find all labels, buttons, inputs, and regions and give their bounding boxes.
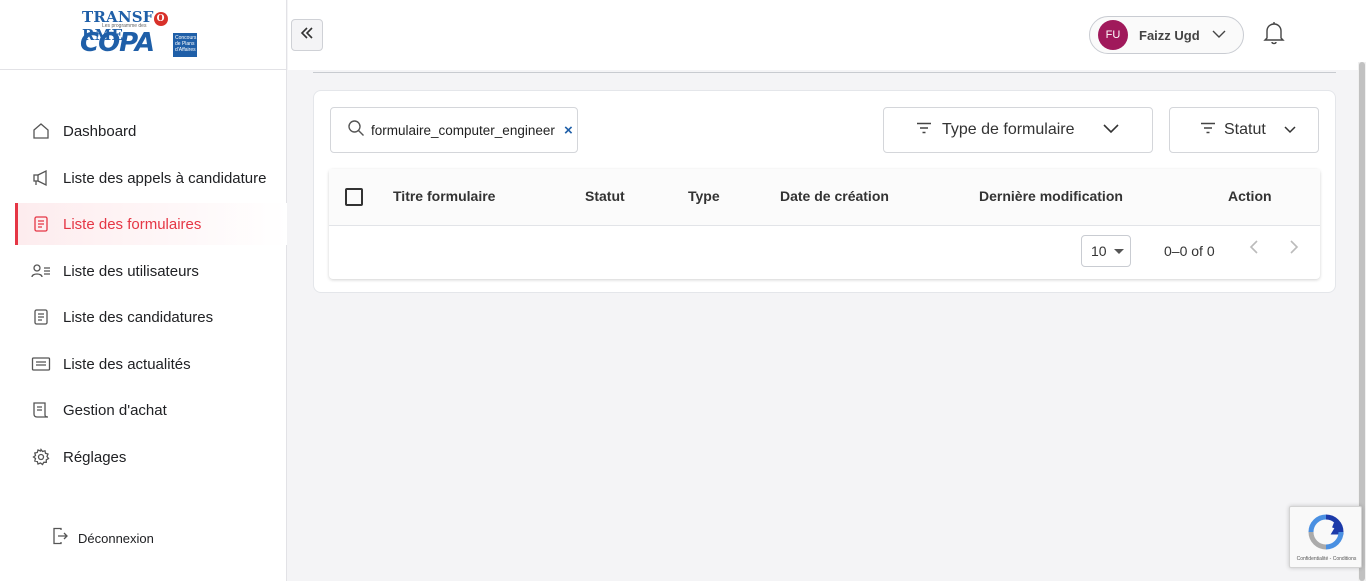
- filter-label: Statut: [1224, 121, 1266, 138]
- search-value[interactable]: formulaire_computer_engineer: [371, 123, 563, 138]
- rows-per-page-value: 10: [1091, 243, 1107, 259]
- receipt-icon: [31, 400, 51, 420]
- sidebar-item-dashboard[interactable]: Dashboard: [15, 110, 287, 152]
- sidebar-item-label: Liste des formulaires: [63, 215, 202, 233]
- sidebar-item-label: Liste des appels à candidature: [63, 169, 267, 187]
- sidebar-item-achat[interactable]: Gestion d'achat: [15, 389, 287, 431]
- sidebar-item-label: Réglages: [63, 448, 127, 466]
- column-header-statut[interactable]: Statut: [585, 188, 625, 204]
- table-pagination: 10 0–0 of 0: [329, 226, 1320, 279]
- sidebar-divider: [0, 69, 287, 70]
- sidebar-item-label: Liste des actualités: [63, 355, 191, 373]
- page-scrollbar[interactable]: [1358, 62, 1366, 581]
- logout-label: Déconnexion: [78, 530, 154, 546]
- recaptcha-badge[interactable]: Confidentialité - Conditions: [1289, 506, 1362, 568]
- search-icon: [347, 119, 365, 142]
- user-menu[interactable]: FU Faizz Ugd: [1089, 16, 1244, 54]
- form-icon: [31, 214, 51, 234]
- user-name: Faizz Ugd: [1139, 27, 1200, 43]
- brand-badge: Concours de Plans d'Affaires: [173, 33, 197, 57]
- sidebar: TRANSF ORME Les programme des COPA Concou…: [0, 0, 287, 581]
- clear-search-icon[interactable]: ×: [564, 122, 573, 139]
- column-header-action: Action: [1228, 188, 1272, 204]
- top-bar: FU Faizz Ugd: [288, 0, 1366, 70]
- sidebar-item-label: Dashboard: [63, 122, 137, 140]
- brand-logo[interactable]: TRANSF ORME Les programme des COPA Concou…: [80, 8, 200, 60]
- sidebar-item-label: Liste des utilisateurs: [63, 262, 199, 280]
- column-header-derniere-modification[interactable]: Dernière modification: [979, 188, 1123, 204]
- chevron-down-icon: [1102, 121, 1119, 139]
- news-icon: [31, 354, 51, 374]
- sidebar-item-label: Liste des candidatures: [63, 308, 214, 326]
- sidebar-item-formulaires[interactable]: Liste des formulaires: [15, 203, 287, 245]
- sidebar-item-label: Gestion d'achat: [63, 401, 167, 419]
- type-formulaire-filter[interactable]: Type de formulaire: [883, 107, 1153, 153]
- sidebar-item-actualites[interactable]: Liste des actualités: [15, 343, 287, 385]
- gear-icon: [31, 447, 51, 467]
- filter-icon: [1200, 121, 1216, 139]
- header-divider: [313, 72, 1336, 73]
- table-header: Titre formulaire Statut Type Date de cré…: [329, 169, 1320, 226]
- previous-page-button[interactable]: [1249, 240, 1259, 259]
- home-icon: [31, 121, 51, 141]
- chevron-down-icon: [1284, 121, 1296, 139]
- pagination-range: 0–0 of 0: [1164, 243, 1215, 259]
- sidebar-item-reglages[interactable]: Réglages: [15, 436, 287, 478]
- forms-table: Titre formulaire Statut Type Date de cré…: [329, 169, 1320, 279]
- megaphone-icon: [31, 168, 51, 188]
- column-header-titre[interactable]: Titre formulaire: [393, 188, 495, 204]
- select-all-checkbox[interactable]: [345, 188, 363, 206]
- filter-icon: [916, 121, 932, 139]
- recaptcha-icon: [1307, 513, 1345, 556]
- collapse-sidebar-button[interactable]: [291, 19, 323, 51]
- logout-icon: [52, 527, 68, 550]
- next-page-button[interactable]: [1289, 240, 1299, 259]
- scrollbar-thumb[interactable]: [1359, 62, 1365, 581]
- users-icon: [31, 261, 51, 281]
- caret-down-icon: [1113, 248, 1124, 254]
- document-icon: [31, 307, 51, 327]
- search-input[interactable]: formulaire_computer_engineer ×: [330, 107, 578, 153]
- chevron-down-icon: [1212, 26, 1226, 44]
- avatar: FU: [1098, 20, 1128, 50]
- column-header-type[interactable]: Type: [688, 188, 720, 204]
- rows-per-page-select[interactable]: 10: [1081, 235, 1131, 267]
- column-header-date-creation[interactable]: Date de création: [780, 188, 889, 204]
- recaptcha-label[interactable]: Confidentialité - Conditions: [1290, 556, 1363, 562]
- brand-logo-line2: COPA: [80, 28, 155, 58]
- logout-button[interactable]: Déconnexion: [52, 526, 154, 550]
- sidebar-item-candidatures[interactable]: Liste des candidatures: [15, 296, 287, 338]
- forms-card: formulaire_computer_engineer × Type de f…: [313, 90, 1336, 293]
- sidebar-item-appels[interactable]: Liste des appels à candidature: [15, 157, 287, 199]
- statut-filter[interactable]: Statut: [1169, 107, 1319, 153]
- filter-label: Type de formulaire: [942, 121, 1075, 138]
- notifications-bell-icon[interactable]: [1262, 20, 1286, 46]
- sidebar-item-utilisateurs[interactable]: Liste des utilisateurs: [15, 250, 287, 292]
- double-chevron-left-icon: [300, 26, 314, 44]
